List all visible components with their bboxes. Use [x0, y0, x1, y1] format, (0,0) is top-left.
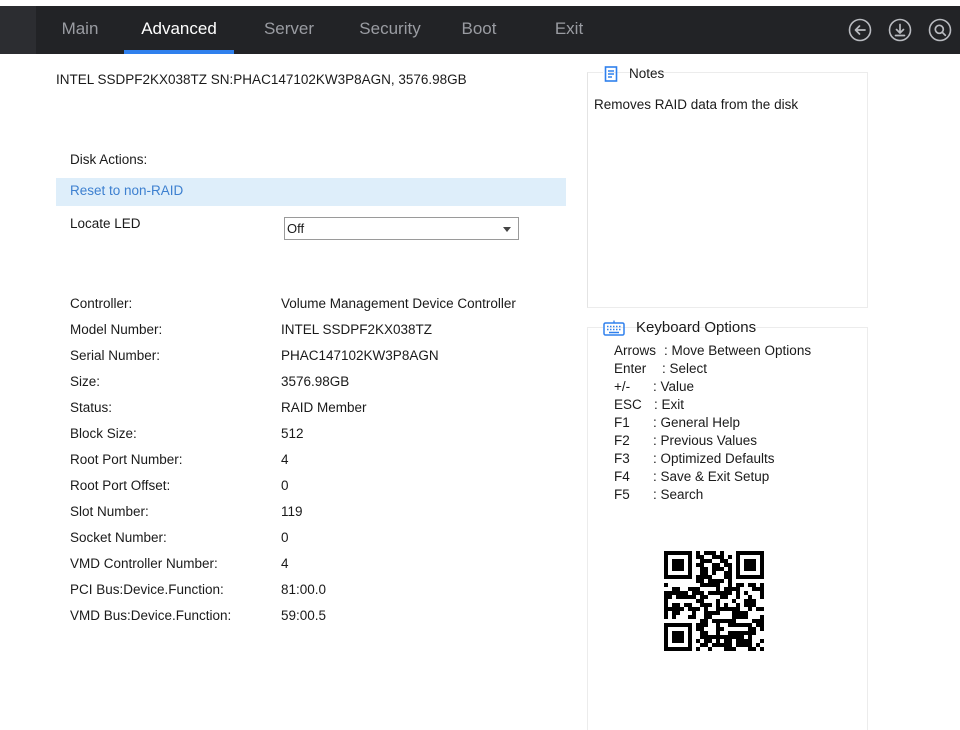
- reset-to-non-raid-label: Reset to non-RAID: [70, 183, 184, 198]
- key-description: : Move Between Options: [664, 343, 812, 358]
- tab-label: Server: [263, 19, 315, 38]
- disk-actions-label: Disk Actions:: [70, 152, 148, 167]
- search-icon[interactable]: [928, 18, 952, 42]
- key-description: : General Help: [653, 415, 741, 430]
- chevron-down-icon: [503, 227, 511, 232]
- qr-code-image: [654, 541, 774, 661]
- keyboard-options-panel: Keyboard Options Arrows : Move Between Op…: [587, 317, 868, 730]
- key-description: : Search: [653, 487, 704, 502]
- property-label: Socket Number:: [70, 530, 167, 545]
- reset-to-non-raid-option[interactable]: Reset to non-RAID: [56, 178, 566, 206]
- property-label: VMD Bus:Device.Function:: [70, 608, 232, 623]
- property-value: 4: [281, 452, 289, 467]
- notes-icon: [604, 66, 618, 82]
- property-label: Size:: [70, 374, 101, 389]
- notes-title: Notes: [629, 66, 665, 81]
- notes-text: Removes RAID data from the disk: [594, 97, 799, 112]
- property-label: Root Port Number:: [70, 452, 183, 467]
- property-value: Volume Management Device Controller: [281, 296, 516, 311]
- key-name: +/-: [614, 379, 631, 394]
- key-description: : Optimized Defaults: [653, 451, 775, 466]
- key-name: F4: [614, 469, 630, 484]
- notes-panel: Notes Removes RAID data from the disk: [587, 65, 868, 308]
- nav-bar-edge: [0, 6, 36, 54]
- locate-led-select[interactable]: Off: [284, 217, 519, 240]
- key-name: Enter: [614, 361, 647, 376]
- tab-label: Main: [61, 19, 99, 38]
- property-value: RAID Member: [281, 400, 367, 415]
- tab-advanced[interactable]: Advanced: [124, 6, 234, 54]
- tab-security[interactable]: Security: [344, 6, 436, 54]
- keyboard-icon: [603, 320, 625, 336]
- disk-details-panel: INTEL SSDPF2KX038TZ SN:PHAC147102KW3P8AG…: [56, 54, 586, 730]
- property-label: Serial Number:: [70, 348, 161, 363]
- property-label: PCI Bus:Device.Function:: [70, 582, 224, 597]
- property-value: 0: [281, 530, 289, 545]
- key-name: Arrows: [614, 343, 657, 358]
- key-description: : Value: [653, 379, 695, 394]
- locate-led-label: Locate LED: [70, 216, 141, 231]
- tab-main[interactable]: Main: [44, 6, 116, 54]
- key-description: : Previous Values: [653, 433, 758, 448]
- property-value: 119: [281, 504, 303, 519]
- tab-label: Boot: [461, 19, 497, 38]
- qr-code-graphic: [664, 551, 764, 651]
- tab-boot[interactable]: Boot: [450, 6, 508, 54]
- disk-title: INTEL SSDPF2KX038TZ SN:PHAC147102KW3P8AG…: [56, 72, 467, 87]
- property-value: 59:00.5: [281, 608, 327, 623]
- tab-label: Exit: [554, 19, 584, 38]
- property-label: Model Number:: [70, 322, 163, 337]
- locate-led-value: Off: [287, 221, 305, 236]
- property-label: Block Size:: [70, 426, 137, 441]
- property-label: VMD Controller Number:: [70, 556, 218, 571]
- notes-header: Notes: [603, 65, 664, 83]
- key-description: : Exit: [654, 397, 685, 412]
- property-value: 512: [281, 426, 304, 441]
- tab-server[interactable]: Server: [250, 6, 328, 54]
- tab-label: Security: [359, 19, 421, 38]
- key-name: F3: [614, 451, 630, 466]
- property-value: 3576.98GB: [281, 374, 350, 389]
- key-name: F2: [614, 433, 630, 448]
- tab-exit[interactable]: Exit: [542, 6, 596, 54]
- property-value: 81:00.0: [281, 582, 327, 597]
- back-icon[interactable]: [848, 18, 872, 42]
- download-icon[interactable]: [888, 18, 912, 42]
- property-value: 0: [281, 478, 289, 493]
- keyboard-options-title: Keyboard Options: [636, 319, 757, 336]
- keyboard-options-header: Keyboard Options: [603, 317, 756, 339]
- property-value: 4: [281, 556, 289, 571]
- tab-label: Advanced: [141, 19, 217, 38]
- property-value: PHAC147102KW3P8AGN: [281, 348, 439, 363]
- key-description: : Select: [662, 361, 708, 376]
- key-name: F5: [614, 487, 630, 502]
- key-name: ESC: [614, 397, 642, 412]
- property-label: Root Port Offset:: [70, 478, 171, 493]
- property-label: Controller:: [70, 296, 133, 311]
- top-nav-bar: Main Advanced Server Security Boot Exit: [0, 6, 960, 54]
- property-value: INTEL SSDPF2KX038TZ: [281, 322, 433, 337]
- property-label: Slot Number:: [70, 504, 149, 519]
- key-name: F1: [614, 415, 630, 430]
- property-label: Status:: [70, 400, 113, 415]
- key-description: : Save & Exit Setup: [653, 469, 770, 484]
